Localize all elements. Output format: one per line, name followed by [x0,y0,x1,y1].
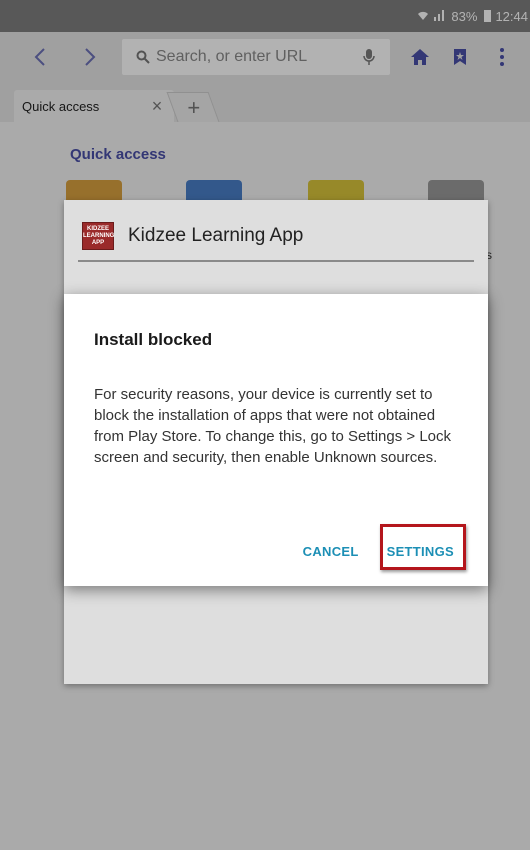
divider [78,260,474,262]
screen: 83% 12:44 Search, or enter URL Quick acc… [0,0,530,850]
install-blocked-dialog: Install blocked For security reasons, yo… [64,294,488,586]
app-logo: KIDZEE LEARNING APP [82,222,114,250]
app-logo-text: KIDZEE LEARNING APP [83,226,115,246]
app-title: Kidzee Learning App [128,225,304,246]
dialog-message: For security reasons, your device is cur… [94,386,452,466]
app-header: KIDZEE LEARNING APP Kidzee Learning App [82,222,303,250]
highlight-box [380,524,466,570]
dialog-title: Install blocked [94,330,213,349]
cancel-button[interactable]: CANCEL [297,536,365,567]
